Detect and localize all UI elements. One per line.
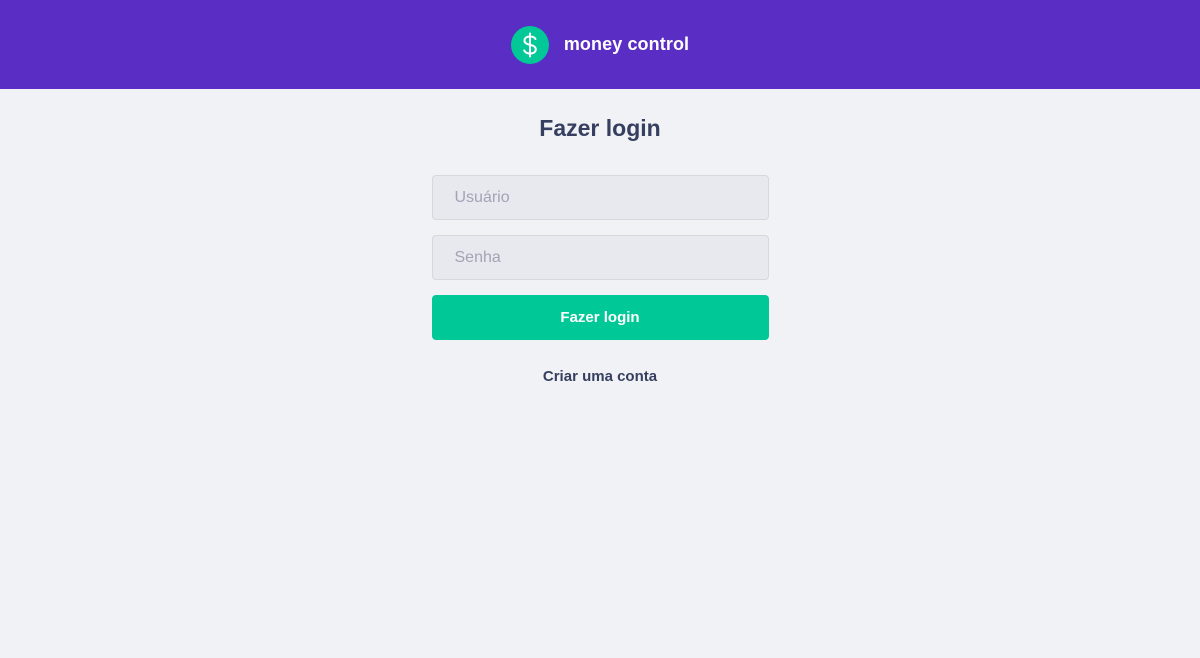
app-header: money control	[0, 0, 1200, 89]
login-form: Fazer login	[431, 175, 769, 340]
username-input[interactable]	[431, 175, 769, 220]
brand-name: money control	[563, 34, 690, 54]
login-section: Fazer login Fazer login Criar uma conta	[0, 89, 1200, 385]
create-account-link[interactable]: Criar uma conta	[543, 368, 657, 385]
page-title: Fazer login	[539, 115, 661, 141]
password-input[interactable]	[431, 235, 769, 280]
dollar-sign-icon	[510, 25, 549, 64]
login-button[interactable]: Fazer login	[431, 295, 769, 340]
